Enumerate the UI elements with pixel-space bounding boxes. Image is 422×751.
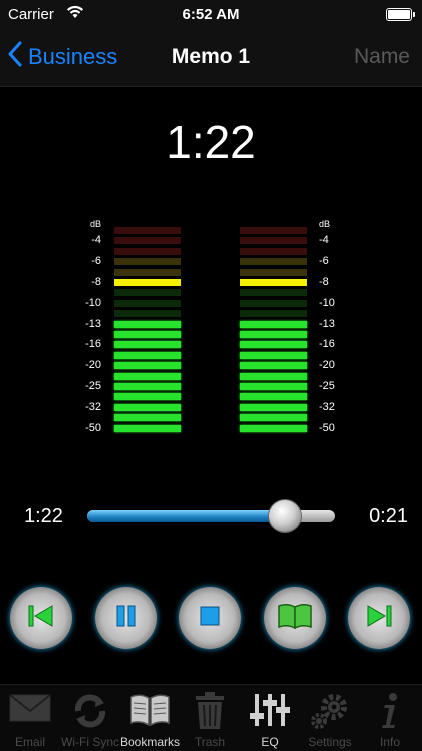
level-segment [240, 341, 307, 349]
remaining-time: 0:21 [369, 505, 408, 527]
level-segment [114, 247, 181, 255]
level-segment [114, 383, 181, 390]
pause-icon [114, 604, 138, 633]
level-segment [240, 331, 307, 338]
scale-label: -50 [85, 421, 101, 434]
level-segment [114, 403, 181, 411]
elapsed-time: 1:22 [24, 505, 63, 527]
level-segment [240, 227, 307, 234]
level-segment [240, 279, 307, 286]
scale-label: -25 [85, 380, 101, 392]
level-segment [240, 247, 307, 255]
scale-label: -4 [91, 234, 101, 247]
scale-label: -6 [319, 255, 329, 268]
bookmark-book-button[interactable] [264, 587, 326, 649]
scale-label: -32 [319, 400, 335, 413]
level-segment [114, 279, 181, 286]
stop-button[interactable] [179, 587, 241, 649]
book-icon [120, 691, 180, 731]
envelope-icon [0, 691, 60, 731]
gear-icon [300, 691, 360, 731]
scale-label: -4 [319, 234, 329, 247]
scale-label: -6 [91, 255, 101, 268]
level-segment [114, 393, 181, 401]
name-button[interactable]: Name [354, 45, 410, 69]
level-segment [240, 310, 307, 318]
status-bar: Carrier 6:52 AM [0, 0, 422, 30]
previous-button[interactable] [10, 587, 72, 649]
level-segment [240, 320, 307, 328]
level-segment [240, 362, 307, 370]
next-button[interactable] [348, 587, 410, 649]
scale-label: -20 [319, 359, 335, 372]
stop-icon [199, 605, 221, 632]
level-segment [240, 289, 307, 297]
level-segment [240, 414, 307, 422]
scale-label: -8 [319, 276, 329, 288]
level-segment [114, 310, 181, 318]
scale-label: -16 [319, 338, 335, 351]
level-segment [240, 299, 307, 307]
scale-label: -13 [319, 317, 335, 330]
info-icon [360, 691, 420, 731]
level-segment [114, 351, 181, 359]
tab-bar: Email Wi-Fi Sync Bookmarks Trash EQ Sett… [0, 684, 422, 751]
battery-icon [386, 8, 415, 21]
scale-label: -50 [319, 421, 335, 434]
navigation-bar: Business Memo 1 Name [0, 30, 422, 87]
pause-button[interactable] [95, 587, 157, 649]
scale-label: dB [89, 219, 101, 229]
scale-label: -8 [91, 276, 101, 288]
level-segment [240, 424, 307, 432]
recording-timer: 1:22 [166, 116, 256, 168]
scale-label: -10 [319, 296, 335, 309]
level-segment [240, 268, 307, 276]
trash-icon [180, 691, 240, 731]
tab-info[interactable]: Info [360, 685, 420, 751]
level-segment [240, 393, 307, 401]
scale-label: -13 [85, 317, 101, 330]
level-segment [240, 258, 307, 266]
level-segment [114, 227, 181, 234]
level-segment [240, 237, 307, 245]
level-segment [114, 414, 181, 422]
equalizer-icon [240, 691, 300, 731]
level-segment [114, 372, 181, 380]
level-segment [114, 341, 181, 349]
level-segment [114, 289, 181, 297]
scale-label: dB [319, 219, 331, 229]
scale-label: -25 [319, 380, 335, 392]
tab-label: Info [379, 735, 400, 749]
clock: 6:52 AM [182, 6, 240, 23]
sync-icon [60, 691, 120, 731]
level-segment [114, 331, 181, 338]
scale-label: -32 [85, 400, 101, 413]
level-segment [114, 320, 181, 328]
skip-back-icon [26, 603, 56, 634]
level-segment [240, 403, 307, 411]
book-icon [277, 602, 313, 635]
scale-label: -16 [85, 338, 101, 351]
level-segment [114, 258, 181, 266]
progress-thumb[interactable] [269, 500, 301, 532]
scale-label: -20 [85, 359, 101, 372]
skip-forward-icon [364, 603, 394, 634]
scale-label: -10 [85, 296, 101, 309]
level-segment [114, 268, 181, 276]
progress-fill [87, 510, 285, 522]
level-segment [114, 299, 181, 307]
level-segment [240, 372, 307, 380]
level-segment [240, 383, 307, 390]
level-segment [114, 424, 181, 432]
level-segment [114, 237, 181, 245]
level-segment [114, 362, 181, 370]
level-segment [240, 351, 307, 359]
